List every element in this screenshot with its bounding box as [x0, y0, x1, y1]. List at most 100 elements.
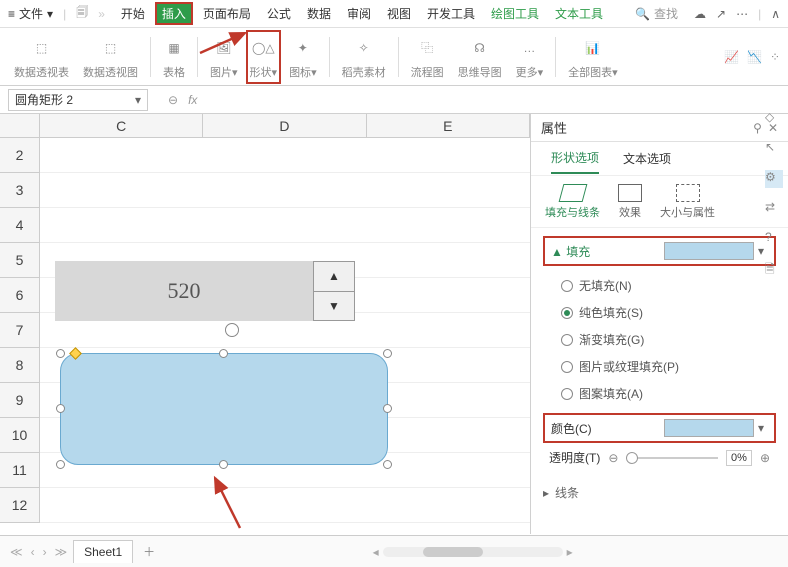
- slider-plus[interactable]: ⊕: [760, 451, 770, 465]
- menu-insert[interactable]: 插入: [155, 2, 193, 25]
- select-all-corner[interactable]: [0, 114, 40, 137]
- row-header[interactable]: 11: [0, 453, 40, 488]
- tab-first-icon[interactable]: ≪: [8, 545, 25, 559]
- rail-transfer-icon[interactable]: ⇄: [765, 200, 783, 218]
- fill-swatch[interactable]: [664, 242, 754, 260]
- horizontal-scrollbar[interactable]: ◂ ▸: [165, 545, 780, 559]
- rail-diamond-icon[interactable]: ◇: [765, 110, 783, 128]
- fill-solid-radio[interactable]: 纯色填充(S): [561, 299, 776, 326]
- search-box[interactable]: 🔍 查找: [635, 5, 678, 22]
- row-header[interactable]: 5: [0, 243, 40, 278]
- menu-texttools[interactable]: 文本工具: [549, 3, 609, 24]
- opacity-value[interactable]: 0%: [726, 450, 752, 466]
- subtab-size[interactable]: 大小与属性: [660, 184, 715, 220]
- resize-handle[interactable]: [56, 404, 65, 413]
- fill-gradient-radio[interactable]: 渐变填充(G): [561, 326, 776, 353]
- subtab-effect[interactable]: 效果: [618, 184, 642, 220]
- row-header[interactable]: 3: [0, 173, 40, 208]
- fill-none-radio[interactable]: 无填充(N): [561, 272, 776, 299]
- tab-last-icon[interactable]: ≫: [53, 545, 70, 559]
- menu-drawtools[interactable]: 绘图工具: [485, 3, 545, 24]
- tab-prev-icon[interactable]: ‹: [29, 545, 37, 559]
- tab-next-icon[interactable]: ›: [41, 545, 49, 559]
- name-box-dropdown[interactable]: ▾: [135, 93, 141, 107]
- fx-icon[interactable]: fx: [188, 93, 197, 107]
- fill-picture-radio[interactable]: 图片或纹理填充(P): [561, 353, 776, 380]
- opacity-label: 透明度(T): [549, 449, 600, 466]
- more-icon[interactable]: ⋯: [736, 7, 748, 21]
- sheet-tab[interactable]: Sheet1: [73, 540, 133, 563]
- menu-review[interactable]: 审阅: [341, 3, 377, 24]
- spinner-up-button[interactable]: ▲: [314, 262, 354, 292]
- subtab-fill-line[interactable]: 填充与线条: [545, 184, 600, 220]
- col-header[interactable]: D: [203, 114, 366, 137]
- ribbon-scatter-icon[interactable]: ⁘: [770, 50, 780, 64]
- fill-toggle[interactable]: ▲ 填充: [551, 243, 590, 260]
- expand-icon[interactable]: ∧: [771, 7, 780, 21]
- ribbon-mind[interactable]: ☊思维导图: [452, 34, 508, 80]
- row-header[interactable]: 2: [0, 138, 40, 173]
- spinner-control[interactable]: 520 ▲ ▼: [55, 261, 355, 321]
- resize-handle[interactable]: [219, 349, 228, 358]
- row-header[interactable]: 12: [0, 488, 40, 523]
- resize-handle[interactable]: [383, 349, 392, 358]
- rail-help-icon[interactable]: ?: [765, 230, 783, 248]
- save-icon[interactable]: 🗐: [76, 3, 88, 24]
- row-header[interactable]: 6: [0, 278, 40, 313]
- ribbon-chart[interactable]: 📊全部图表▾: [562, 34, 624, 80]
- rounded-rect-shape[interactable]: [60, 353, 388, 465]
- menu-start[interactable]: 开始: [115, 3, 151, 24]
- col-header[interactable]: E: [367, 114, 530, 137]
- ribbon-bar-icon[interactable]: 📉: [747, 50, 762, 64]
- ribbon-chart2-icon[interactable]: 📈: [724, 50, 739, 64]
- menu-data[interactable]: 数据: [301, 3, 337, 24]
- line-section-toggle[interactable]: ▸ 线条: [543, 480, 776, 505]
- resize-handle[interactable]: [219, 460, 228, 469]
- row-header[interactable]: 7: [0, 313, 40, 348]
- spreadsheet[interactable]: C D E 2 3 4 5 6 7 8 9 10 11 12 520 ▲ ▼: [0, 114, 530, 534]
- ribbon-flow[interactable]: ⿻流程图: [405, 34, 450, 80]
- spinner-down-button[interactable]: ▼: [314, 292, 354, 321]
- rail-arrow-icon[interactable]: ↖: [765, 140, 783, 158]
- col-header[interactable]: C: [40, 114, 203, 137]
- tab-shape-options[interactable]: 形状选项: [551, 143, 599, 174]
- add-sheet-button[interactable]: ＋: [137, 543, 161, 560]
- rail-settings-icon[interactable]: ⚙: [765, 170, 783, 188]
- menu-dev[interactable]: 开发工具: [421, 3, 481, 24]
- color-swatch[interactable]: [664, 419, 754, 437]
- ribbon-table[interactable]: ▦表格: [157, 34, 191, 80]
- resize-handle[interactable]: [383, 460, 392, 469]
- rotate-handle-icon[interactable]: [225, 323, 239, 337]
- ribbon-picture[interactable]: 🖼图片▾: [204, 34, 244, 80]
- cloud-icon[interactable]: ☁: [694, 7, 706, 21]
- props-title: 属性: [541, 118, 753, 137]
- resize-handle[interactable]: [383, 404, 392, 413]
- rail-clip-icon[interactable]: 🗎: [765, 260, 783, 278]
- row-header[interactable]: 10: [0, 418, 40, 453]
- ribbon-daoke[interactable]: ✧稻壳素材: [336, 34, 392, 80]
- zoom-icon[interactable]: ⊖: [168, 93, 178, 107]
- opacity-slider[interactable]: [626, 457, 718, 459]
- ribbon-pivotchart[interactable]: ⬚数据透视图: [77, 34, 144, 80]
- ribbon-icons[interactable]: ✦图标▾: [283, 34, 323, 80]
- tab-text-options[interactable]: 文本选项: [623, 144, 671, 173]
- color-dropdown-icon[interactable]: ▾: [754, 421, 768, 435]
- menu-formula[interactable]: 公式: [261, 3, 297, 24]
- ribbon-shapes[interactable]: ◯△形状▾: [246, 30, 282, 84]
- row-header[interactable]: 9: [0, 383, 40, 418]
- resize-handle[interactable]: [56, 349, 65, 358]
- spinner-value: 520: [55, 278, 313, 304]
- file-menu[interactable]: ≡ 文件 ▾: [8, 5, 53, 22]
- row-header[interactable]: 8: [0, 348, 40, 383]
- row-header[interactable]: 4: [0, 208, 40, 243]
- menu-view[interactable]: 视图: [381, 3, 417, 24]
- share-icon[interactable]: ↗: [716, 7, 726, 21]
- resize-handle[interactable]: [56, 460, 65, 469]
- fill-pattern-radio[interactable]: 图案填充(A): [561, 380, 776, 407]
- slider-minus[interactable]: ⊖: [608, 451, 618, 465]
- color-row-box: 颜色(C) ▾: [543, 413, 776, 443]
- menu-layout[interactable]: 页面布局: [197, 3, 257, 24]
- name-box[interactable]: 圆角矩形 2 ▾: [8, 89, 148, 111]
- ribbon-pivot[interactable]: ⬚数据透视表: [8, 34, 75, 80]
- ribbon-more[interactable]: …更多▾: [510, 34, 550, 80]
